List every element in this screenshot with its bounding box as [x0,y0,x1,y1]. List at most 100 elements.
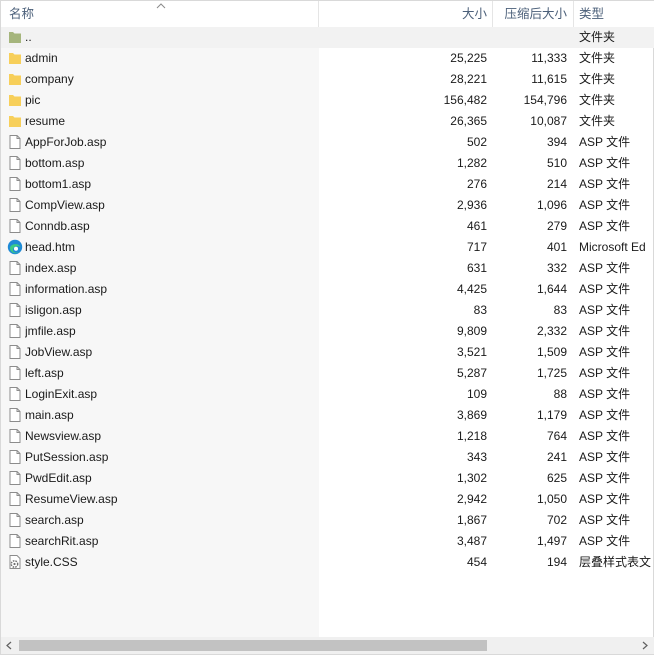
file-size: 109 [466,387,487,401]
folder-icon [7,50,23,66]
css-file-icon [7,554,23,570]
file-compressed-size: 1,644 [536,282,567,296]
file-size: 25,225 [450,51,487,65]
file-row[interactable]: left.asp 5,287 1,725 ASP 文件 [1,363,654,384]
file-size: 3,521 [456,345,487,359]
file-compressed-size: 11,333 [531,51,567,65]
file-row[interactable]: Conndb.asp 461 279 ASP 文件 [1,216,654,237]
file-compressed-size: 510 [546,156,567,170]
file-type: ASP 文件 [579,177,631,191]
file-type: 文件夹 [579,30,616,44]
file-row[interactable]: head.htm 717 401 Microsoft Ed [1,237,654,258]
file-row[interactable]: main.asp 3,869 1,179 ASP 文件 [1,405,654,426]
file-compressed-size: 625 [546,471,567,485]
file-type: ASP 文件 [579,324,631,338]
file-compressed-size: 279 [546,219,567,233]
file-row[interactable]: isligon.asp 83 83 ASP 文件 [1,300,654,321]
file-compressed-size: 2,332 [536,324,567,338]
file-row[interactable]: searchRit.asp 3,487 1,497 ASP 文件 [1,531,654,552]
file-type: 文件夹 [579,114,616,128]
file-row[interactable]: index.asp 631 332 ASP 文件 [1,258,654,279]
file-row[interactable]: bottom1.asp 276 214 ASP 文件 [1,174,654,195]
file-row[interactable]: .. 文件夹 [1,27,654,48]
file-type: 文件夹 [579,93,616,107]
file-row[interactable]: resume 26,365 10,087 文件夹 [1,111,654,132]
header-type[interactable]: 类型 [579,1,604,27]
file-row[interactable]: jmfile.asp 9,809 2,332 ASP 文件 [1,321,654,342]
file-icon [7,344,23,360]
edge-icon [7,239,23,255]
file-row[interactable]: AppForJob.asp 502 394 ASP 文件 [1,132,654,153]
header-name[interactable]: 名称 [9,1,34,27]
file-row[interactable]: pic 156,482 154,796 文件夹 [1,90,654,111]
file-icon [7,533,23,549]
file-row[interactable]: Newsview.asp 1,218 764 ASP 文件 [1,426,654,447]
file-row[interactable]: PwdEdit.asp 1,302 625 ASP 文件 [1,468,654,489]
file-name: main.asp [25,408,74,422]
file-row[interactable]: search.asp 1,867 702 ASP 文件 [1,510,654,531]
file-size: 454 [466,555,487,569]
file-type: ASP 文件 [579,345,631,359]
scroll-left-button[interactable] [1,637,18,654]
file-size: 83 [473,303,487,317]
file-size: 9,809 [456,324,487,338]
file-row[interactable]: CompView.asp 2,936 1,096 ASP 文件 [1,195,654,216]
file-row[interactable]: bottom.asp 1,282 510 ASP 文件 [1,153,654,174]
file-compressed-size: 1,179 [536,408,567,422]
file-compressed-size: 10,087 [530,114,567,128]
file-row[interactable]: information.asp 4,425 1,644 ASP 文件 [1,279,654,300]
file-size: 502 [466,135,487,149]
file-compressed-size: 401 [546,240,567,254]
file-size: 276 [466,177,487,191]
scroll-right-button[interactable] [636,637,653,654]
file-icon [7,512,23,528]
file-name: pic [25,93,41,107]
file-type: ASP 文件 [579,450,631,464]
file-size: 343 [466,450,487,464]
header-compressed-size[interactable]: 压缩后大小 [493,1,567,27]
file-name: searchRit.asp [25,534,99,548]
sort-ascending-icon [156,3,166,9]
scrollbar-thumb[interactable] [19,640,487,651]
file-size: 3,487 [456,534,487,548]
file-size: 717 [466,240,487,254]
file-size: 28,221 [450,72,487,86]
file-row[interactable]: LoginExit.asp 109 88 ASP 文件 [1,384,654,405]
file-type: ASP 文件 [579,261,631,275]
file-icon [7,302,23,318]
file-size: 156,482 [443,93,487,107]
file-name: isligon.asp [25,303,82,317]
file-icon [7,323,23,339]
file-icon [7,407,23,423]
header-divider[interactable] [573,1,574,27]
file-compressed-size: 88 [553,387,567,401]
file-size: 5,287 [456,366,487,380]
file-compressed-size: 1,096 [536,198,567,212]
folder-icon [7,92,23,108]
file-row[interactable]: company 28,221 11,615 文件夹 [1,69,654,90]
file-type: ASP 文件 [579,429,631,443]
file-type: ASP 文件 [579,198,631,212]
file-row[interactable]: style.CSS 454 194 层叠样式表文 [1,552,654,573]
file-size: 26,365 [450,114,487,128]
file-icon [7,176,23,192]
header-size[interactable]: 大小 [319,1,487,27]
file-type: Microsoft Ed [579,240,646,254]
horizontal-scrollbar[interactable] [1,637,654,654]
file-icon [7,428,23,444]
file-row[interactable]: ResumeView.asp 2,942 1,050 ASP 文件 [1,489,654,510]
parent-folder-icon [7,29,23,45]
file-compressed-size: 332 [546,261,567,275]
file-size: 3,869 [456,408,487,422]
file-size: 4,425 [456,282,487,296]
file-row[interactable]: admin 25,225 11,333 文件夹 [1,48,654,69]
file-row[interactable]: PutSession.asp 343 241 ASP 文件 [1,447,654,468]
file-type: ASP 文件 [579,513,631,527]
file-icon [7,155,23,171]
file-name: search.asp [25,513,84,527]
file-compressed-size: 11,615 [531,72,567,86]
file-icon [7,281,23,297]
file-row[interactable]: JobView.asp 3,521 1,509 ASP 文件 [1,342,654,363]
file-type: 层叠样式表文 [579,555,652,569]
file-name: Newsview.asp [25,429,102,443]
